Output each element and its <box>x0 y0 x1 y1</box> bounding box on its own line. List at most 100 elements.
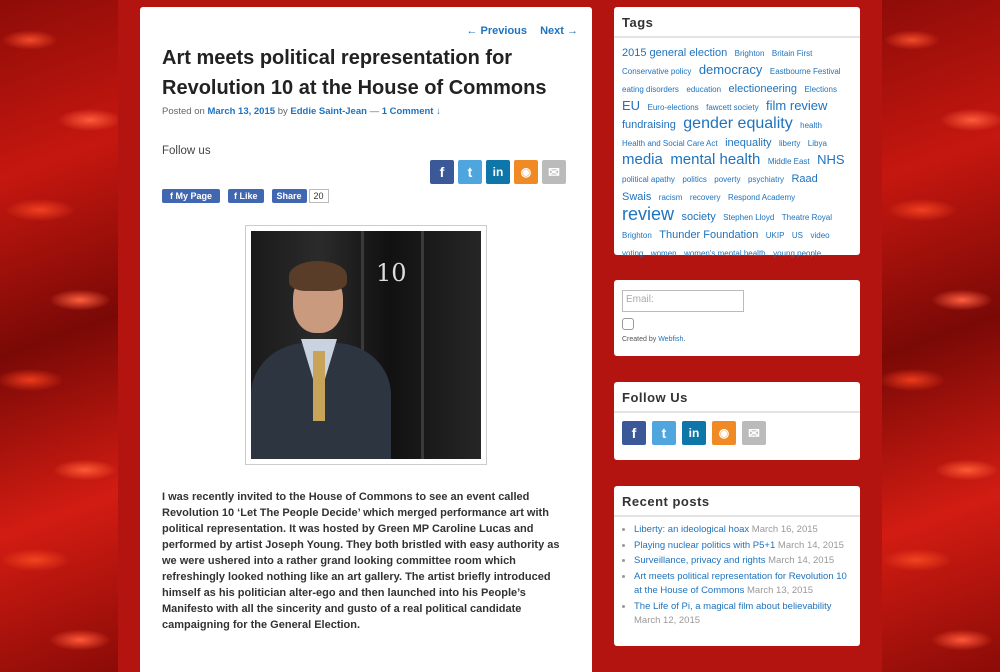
article-panel: ← Previous Next → Art meets political re… <box>140 7 592 672</box>
tag-link[interactable]: education <box>686 85 721 94</box>
recent-post-date: March 12, 2015 <box>634 615 701 626</box>
tag-link[interactable]: review <box>622 204 674 224</box>
email-icon[interactable]: ✉ <box>742 421 766 445</box>
chili-background-left <box>0 0 118 672</box>
recent-posts-list: Liberty: an ideological hoax March 16, 2… <box>614 517 860 636</box>
tag-link[interactable]: Elections <box>804 85 836 94</box>
follow-us-title: Follow Us <box>614 382 860 413</box>
rss-icon[interactable]: ◉ <box>514 160 538 184</box>
tag-link[interactable]: Respond Academy <box>728 193 795 202</box>
subscribe-checkbox[interactable] <box>622 318 634 330</box>
tag-link[interactable]: media <box>622 151 663 168</box>
tag-link[interactable]: film review <box>766 98 827 113</box>
tag-link[interactable]: politics <box>682 175 706 184</box>
tag-link[interactable]: society <box>681 211 715 223</box>
subscribe-widget: Email: Created by Webfish. <box>614 280 860 356</box>
facebook-icon[interactable]: f <box>622 421 646 445</box>
recent-post-link[interactable]: Surveillance, privacy and rights <box>634 555 765 566</box>
by-label: by <box>277 106 288 117</box>
tag-link[interactable]: eating disorders <box>622 85 679 94</box>
tag-link[interactable]: women's mental health <box>684 249 766 258</box>
tag-link[interactable]: psychiatry <box>748 175 784 184</box>
email-input[interactable]: Email: <box>622 290 744 312</box>
article-body: I was recently invited to the House of C… <box>162 491 560 631</box>
tag-link[interactable]: Conservative policy <box>622 67 691 76</box>
tag-link[interactable]: Thunder Foundation <box>659 229 758 241</box>
created-by: Created by Webfish. <box>622 336 852 343</box>
tag-link[interactable]: 2015 general election <box>622 47 727 59</box>
tag-link[interactable]: UKIP <box>766 231 785 240</box>
recent-posts-title: Recent posts <box>614 486 860 517</box>
article-meta: Posted on March 13, 2015 by Eddie Saint-… <box>162 106 441 117</box>
recent-posts-widget: Recent posts Liberty: an ideological hoa… <box>614 486 860 646</box>
tag-link[interactable]: gender equality <box>683 115 792 132</box>
posted-on-label: Posted on <box>162 106 205 117</box>
next-link[interactable]: Next → <box>540 25 578 37</box>
tag-link[interactable]: Middle East <box>768 157 810 166</box>
recent-post-link[interactable]: Art meets political representation for R… <box>634 571 847 597</box>
like-button[interactable]: f Like <box>228 189 264 203</box>
tag-link[interactable]: NHS <box>817 152 844 167</box>
facebook-icon[interactable]: f <box>430 160 454 184</box>
post-date-link[interactable]: March 13, 2015 <box>207 106 275 117</box>
my-page-button[interactable]: f My Page <box>162 189 221 203</box>
tag-link[interactable]: poverty <box>714 175 740 184</box>
tag-link[interactable]: democracy <box>699 62 763 77</box>
created-by-suffix: . <box>683 336 686 343</box>
tag-link[interactable]: racism <box>659 193 683 202</box>
tag-cloud: 2015 general election Brighton Britain F… <box>614 38 860 268</box>
share-button[interactable]: Share <box>271 189 307 203</box>
tag-link[interactable]: mental health <box>670 151 760 168</box>
comments-link[interactable]: 1 Comment ↓ <box>382 106 441 117</box>
tag-link[interactable]: video <box>810 231 829 240</box>
tag-link[interactable]: liberty <box>779 139 800 148</box>
tag-link[interactable]: Eastbourne Festival <box>770 67 841 76</box>
tags-widget: Tags 2015 general election Brighton Brit… <box>614 7 860 258</box>
twitter-icon[interactable]: t <box>652 421 676 445</box>
photo-joseph-young: 10 <box>251 231 481 459</box>
tags-title: Tags <box>614 7 860 38</box>
door-number: 10 <box>376 259 407 287</box>
tag-link[interactable]: Stephen Lloyd <box>723 213 774 222</box>
recent-post-link[interactable]: The Life of Pi, a magical film about bel… <box>634 601 832 612</box>
tag-link[interactable]: Euro-elections <box>648 103 699 112</box>
tag-link[interactable]: health <box>800 121 822 130</box>
tag-link[interactable]: young people <box>773 249 821 258</box>
tag-link[interactable]: US <box>792 231 803 240</box>
tag-link[interactable]: EU <box>622 98 640 113</box>
twitter-icon[interactable]: t <box>458 160 482 184</box>
recent-post-link[interactable]: Liberty: an ideological hoax <box>634 524 749 535</box>
chili-background-right <box>882 0 1000 672</box>
article-title: Art meets political representation for R… <box>162 47 547 99</box>
tag-link[interactable]: political apathy <box>622 175 675 184</box>
previous-link[interactable]: ← Previous <box>467 25 528 37</box>
tag-link[interactable]: voting <box>622 249 643 258</box>
tag-link[interactable]: fundraising <box>622 119 676 131</box>
recent-post-item: Liberty: an ideological hoax March 16, 2… <box>634 523 852 538</box>
rss-icon[interactable]: ◉ <box>712 421 736 445</box>
social-buttons: f My Page f Like Share 20 <box>162 189 329 203</box>
tag-link[interactable]: electioneering <box>729 83 798 95</box>
like-label: Like <box>239 191 258 201</box>
door-panel-line <box>421 231 424 459</box>
recent-post-item: Playing nuclear politics with P5+1 March… <box>634 539 852 554</box>
linkedin-icon[interactable]: in <box>682 421 706 445</box>
tag-link[interactable]: Britain First <box>772 49 812 58</box>
webfish-link[interactable]: Webfish <box>658 336 683 343</box>
author-link[interactable]: Eddie Saint-Jean <box>290 106 367 117</box>
tag-link[interactable]: Health and Social Care Act <box>622 139 718 148</box>
tag-link[interactable]: fawcett society <box>706 103 758 112</box>
recent-post-link[interactable]: Playing nuclear politics with P5+1 <box>634 540 775 551</box>
tag-link[interactable]: inequality <box>725 137 771 149</box>
tag-link[interactable]: recovery <box>690 193 721 202</box>
email-icon[interactable]: ✉ <box>542 160 566 184</box>
figure-tie <box>313 351 325 421</box>
tag-link[interactable]: women <box>651 249 677 258</box>
created-by-label: Created by <box>622 336 657 343</box>
share-icons: f t in ◉ ✉ <box>430 160 566 184</box>
follow-widget: Follow Us f t in ◉ ✉ <box>614 382 860 460</box>
tag-link[interactable]: Libya <box>808 139 827 148</box>
tag-link[interactable]: Brighton <box>735 49 765 58</box>
linkedin-icon[interactable]: in <box>486 160 510 184</box>
meta-separator: — <box>369 106 380 117</box>
